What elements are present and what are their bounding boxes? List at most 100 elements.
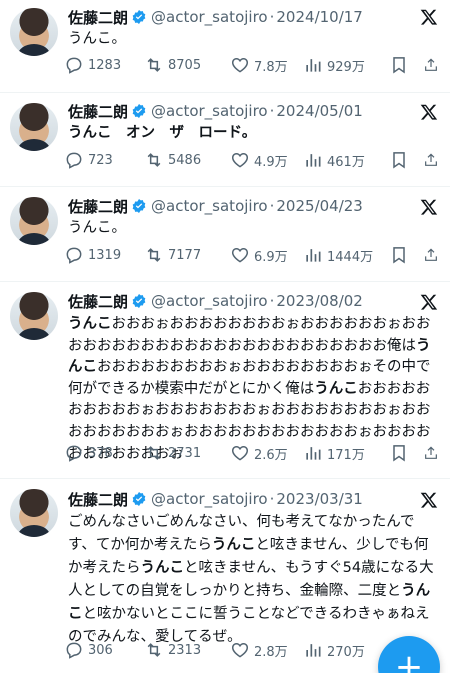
heart-icon xyxy=(231,247,249,263)
views-chart-icon xyxy=(306,447,321,460)
tweet[interactable]: 佐藤二朗 @actor_satojiro · 2025/04/23 うんこ。 1… xyxy=(0,187,450,282)
author-name[interactable]: 佐藤二朗 xyxy=(68,7,128,28)
bookmark-icon xyxy=(393,152,405,169)
author-name[interactable]: 佐藤二朗 xyxy=(68,101,128,122)
tweet-date[interactable]: 2024/05/01 xyxy=(276,102,362,120)
separator-dot: · xyxy=(269,197,275,215)
tweet[interactable]: 佐藤二朗 @actor_satojiro · 2024/10/17 うんこ。 1… xyxy=(0,0,450,93)
like-count: 4.9万 xyxy=(254,154,288,170)
share-button[interactable] xyxy=(423,243,443,267)
tweet-actions: 378 2731 2.6万 171万 xyxy=(64,441,444,465)
tweet-text: ごめんなさいごめんなさい、何も考えてなかったんです、てか何か考えたらうんこと呟き… xyxy=(68,511,440,649)
verified-badge-icon xyxy=(132,294,146,308)
separator-dot: · xyxy=(269,8,275,26)
author-handle[interactable]: @actor_satojiro xyxy=(151,197,268,215)
tweet-date[interactable]: 2025/04/23 xyxy=(276,197,362,215)
author-handle[interactable]: @actor_satojiro xyxy=(151,490,268,508)
author-name[interactable]: 佐藤二朗 xyxy=(68,196,128,217)
tweet[interactable]: 佐藤二朗 @actor_satojiro · 2023/03/31 ごめんなさい… xyxy=(0,479,450,673)
tweet-actions: 723 5486 4.9万 461万 xyxy=(64,148,444,172)
avatar[interactable] xyxy=(10,489,58,537)
view-count: 1444万 xyxy=(327,249,374,265)
retweet-count: 8705 xyxy=(168,57,202,73)
views-button[interactable]: 171万 xyxy=(303,441,389,465)
avatar[interactable] xyxy=(10,8,58,56)
retweet-icon xyxy=(147,153,161,167)
tweet-date[interactable]: 2024/10/17 xyxy=(276,8,362,26)
view-count: 929万 xyxy=(327,59,365,75)
verified-badge-icon xyxy=(132,104,146,118)
like-button[interactable]: 2.8万 xyxy=(230,638,303,662)
heart-icon xyxy=(231,57,249,73)
bookmark-button[interactable] xyxy=(389,148,423,172)
tweet-text-run: うんこ。 xyxy=(68,31,126,47)
bookmark-button[interactable] xyxy=(389,53,423,77)
tweet-text-bold-run: うんこ xyxy=(314,380,358,397)
tweet-actions: 1319 7177 6.9万 1444万 xyxy=(64,243,444,267)
view-count: 171万 xyxy=(327,447,365,463)
avatar[interactable] xyxy=(10,197,58,245)
tweet-text-run: おおおぉおおおおおおおおぉおおおおおおぉおおおおおおおおおおおおおおおおおおおお… xyxy=(68,316,431,354)
x-logo-icon xyxy=(420,199,438,215)
tweet-text-bold-run: うんこ xyxy=(140,560,185,576)
like-button[interactable]: 4.9万 xyxy=(230,148,303,172)
retweet-button[interactable]: 2313 xyxy=(144,638,230,662)
reply-button[interactable]: 1283 xyxy=(64,53,144,77)
reply-icon xyxy=(66,445,82,462)
like-count: 7.8万 xyxy=(254,59,288,75)
share-icon xyxy=(425,153,437,166)
x-logo-icon xyxy=(420,104,438,120)
retweet-icon xyxy=(147,248,161,262)
bookmark-button[interactable] xyxy=(389,243,423,267)
x-logo-icon xyxy=(420,9,438,25)
retweet-button[interactable]: 2731 xyxy=(144,441,230,465)
tweet[interactable]: 佐藤二朗 @actor_satojiro · 2023/08/02 うんこ おおお… xyxy=(0,282,450,479)
retweet-button[interactable]: 5486 xyxy=(144,148,230,172)
x-logo-icon xyxy=(420,492,438,508)
retweet-button[interactable]: 8705 xyxy=(144,53,230,77)
author-handle[interactable]: @actor_satojiro xyxy=(151,8,268,26)
views-button[interactable]: 929万 xyxy=(303,53,389,77)
share-button[interactable] xyxy=(423,148,443,172)
reply-count: 378 xyxy=(88,445,113,461)
retweet-button[interactable]: 7177 xyxy=(144,243,230,267)
views-button[interactable]: 1444万 xyxy=(303,243,389,267)
separator-dot: · xyxy=(269,292,275,310)
tweet[interactable]: 佐藤二朗 @actor_satojiro · 2024/05/01 うんこ オン… xyxy=(0,93,450,187)
tweet-date[interactable]: 2023/08/02 xyxy=(276,292,362,310)
author-handle[interactable]: @actor_satojiro xyxy=(151,292,268,310)
heart-icon xyxy=(231,445,249,461)
verified-badge-icon xyxy=(132,492,146,506)
author-handle[interactable]: @actor_satojiro xyxy=(151,102,268,120)
avatar[interactable] xyxy=(10,292,58,340)
bookmark-icon xyxy=(393,445,405,462)
retweet-icon xyxy=(147,643,161,657)
heart-icon xyxy=(231,642,249,658)
reply-button[interactable]: 306 xyxy=(64,638,144,662)
share-button[interactable] xyxy=(423,441,443,465)
timeline-feed: 佐藤二朗 @actor_satojiro · 2024/10/17 うんこ。 1… xyxy=(0,0,450,673)
reply-button[interactable]: 723 xyxy=(64,148,144,172)
bookmark-button[interactable] xyxy=(389,441,423,465)
author-name[interactable]: 佐藤二朗 xyxy=(68,291,128,312)
share-button[interactable] xyxy=(423,53,443,77)
like-button[interactable]: 2.6万 xyxy=(230,441,303,465)
view-count: 270万 xyxy=(327,644,365,660)
author-name[interactable]: 佐藤二朗 xyxy=(68,489,128,510)
views-chart-icon xyxy=(306,644,321,657)
views-button[interactable]: 270万 xyxy=(303,638,389,662)
like-button[interactable]: 6.9万 xyxy=(230,243,303,267)
tweet-date[interactable]: 2023/03/31 xyxy=(276,490,362,508)
tweet-actions: 1283 8705 7.8万 929万 xyxy=(64,53,444,77)
reply-icon xyxy=(66,247,82,264)
reply-icon xyxy=(66,57,82,74)
views-button[interactable]: 461万 xyxy=(303,148,389,172)
reply-button[interactable]: 378 xyxy=(64,441,144,465)
like-count: 2.6万 xyxy=(254,447,288,463)
separator-dot: · xyxy=(269,102,275,120)
avatar[interactable] xyxy=(10,103,58,151)
reply-button[interactable]: 1319 xyxy=(64,243,144,267)
retweet-icon xyxy=(147,446,161,460)
like-button[interactable]: 7.8万 xyxy=(230,53,303,77)
bookmark-icon xyxy=(393,247,405,264)
